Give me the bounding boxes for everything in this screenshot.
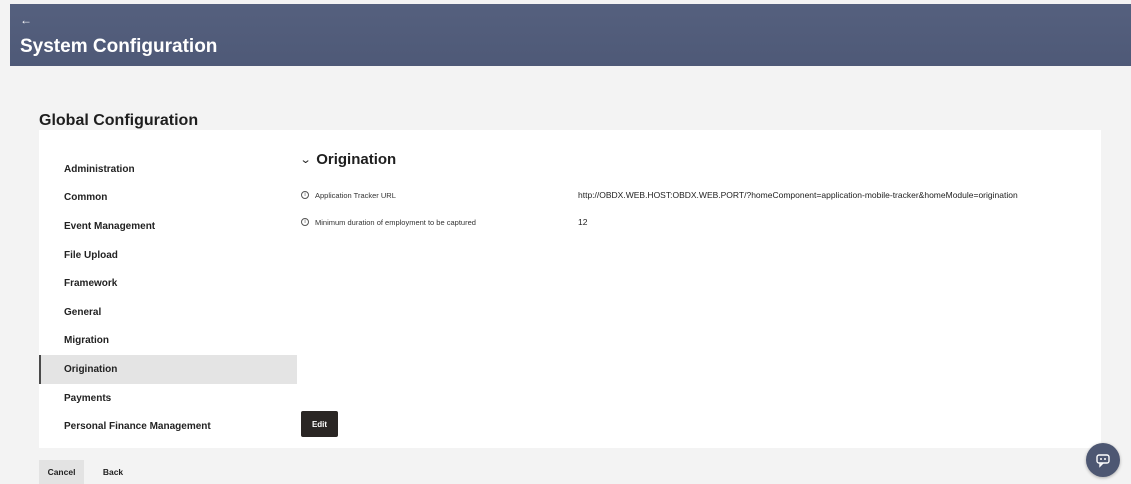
- page-title: System Configuration: [20, 36, 218, 57]
- sidebar: Administration Common Event Management F…: [39, 155, 297, 441]
- chevron-down-icon: ⌄: [299, 154, 312, 166]
- sidebar-item-origination[interactable]: Origination: [39, 355, 297, 384]
- origination-section-toggle[interactable]: ⌄ Origination: [299, 151, 397, 168]
- sidebar-item-file-upload[interactable]: File Upload: [39, 241, 297, 270]
- sidebar-item-administration[interactable]: Administration: [39, 155, 297, 184]
- info-icon[interactable]: i: [301, 218, 309, 226]
- sidebar-item-framework[interactable]: Framework: [39, 269, 297, 298]
- chatbot-icon: [1096, 454, 1110, 468]
- config-row: i Application Tracker URL http://OBDX.WE…: [301, 190, 1101, 200]
- back-arrow-icon[interactable]: ←: [20, 14, 32, 26]
- configuration-panel: Administration Common Event Management F…: [39, 130, 1101, 448]
- sidebar-item-event-management[interactable]: Event Management: [39, 212, 297, 241]
- config-value: 12: [578, 217, 588, 227]
- config-label: Minimum duration of employment to be cap…: [315, 217, 476, 227]
- sidebar-item-payments[interactable]: Payments: [39, 384, 297, 413]
- config-row: i Minimum duration of employment to be c…: [301, 217, 1101, 227]
- sidebar-item-migration[interactable]: Migration: [39, 327, 297, 356]
- edit-button[interactable]: Edit: [301, 411, 338, 437]
- config-value: http://OBDX.WEB.HOST:OBDX.WEB.PORT/?home…: [578, 190, 1018, 200]
- content-area: ⌄ Origination i Application Tracker URL …: [299, 130, 1101, 448]
- content-title: Origination: [316, 151, 397, 168]
- chatbot-button[interactable]: [1086, 443, 1120, 477]
- config-label: Application Tracker URL: [315, 190, 396, 200]
- section-title: Global Configuration: [39, 112, 199, 129]
- sidebar-item-personal-finance-management[interactable]: Personal Finance Management: [39, 412, 297, 441]
- info-icon[interactable]: i: [301, 191, 309, 199]
- back-button[interactable]: Back: [94, 460, 132, 484]
- page-header: ← System Configuration: [10, 4, 1131, 66]
- cancel-button[interactable]: Cancel: [39, 460, 84, 484]
- sidebar-item-common[interactable]: Common: [39, 184, 297, 213]
- sidebar-item-general[interactable]: General: [39, 298, 297, 327]
